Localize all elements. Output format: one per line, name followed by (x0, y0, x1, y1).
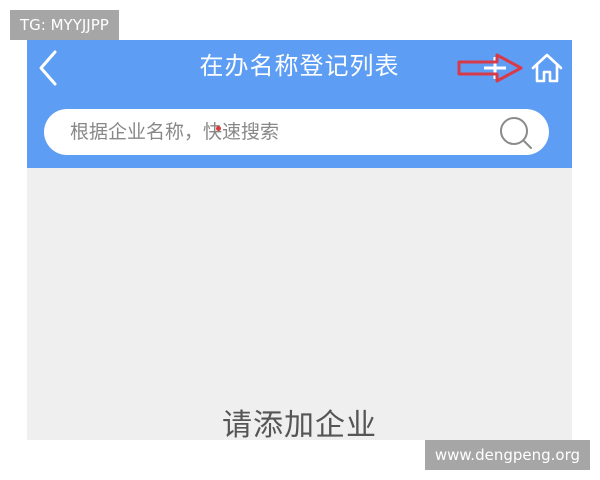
red-dot-mark (216, 126, 221, 131)
navigation-bar: 在办名称登记列表 (27, 40, 572, 96)
watermark-top: TG: MYYJJPP (10, 10, 119, 40)
home-icon (531, 53, 563, 83)
watermark-bottom: www.dengpeng.org (424, 440, 590, 470)
back-button[interactable] (35, 46, 61, 90)
empty-state-hint: 请添加企业 (222, 408, 377, 440)
search-bar-area (27, 96, 572, 168)
app-screen: 在办名称登记列表 请添加企业 (27, 40, 572, 440)
red-arrow-annotation (457, 53, 523, 83)
search-icon[interactable] (497, 114, 535, 152)
chevron-left-icon (39, 50, 57, 86)
search-box[interactable] (44, 109, 549, 155)
search-input[interactable] (70, 109, 480, 155)
home-button[interactable] (529, 50, 565, 86)
